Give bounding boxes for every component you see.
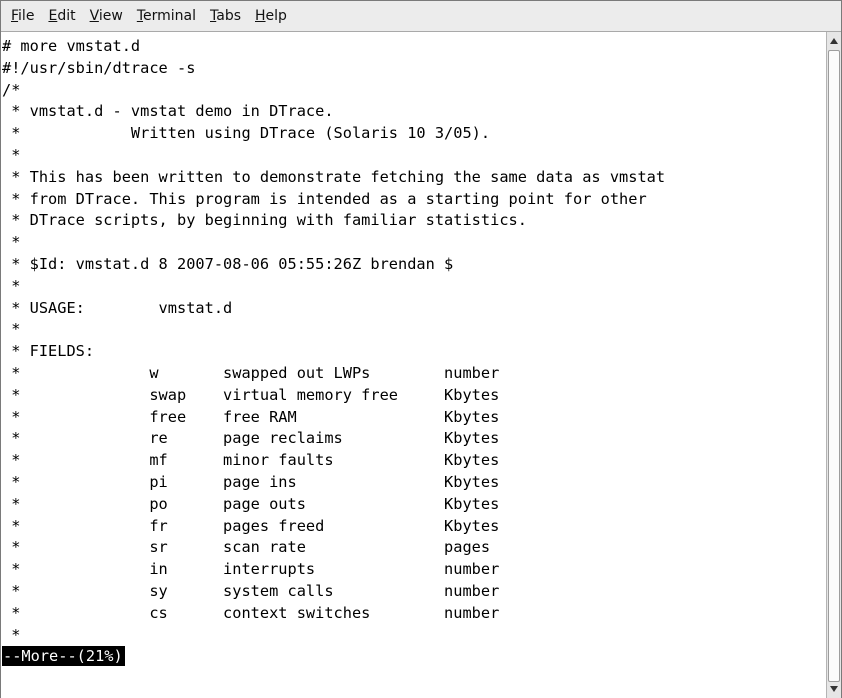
more-prompt: --More--(21%): [2, 646, 125, 667]
menu-terminal[interactable]: Terminal: [131, 4, 204, 28]
terminal-line: *: [2, 276, 21, 295]
terminal-line: # more vmstat.d: [2, 37, 141, 55]
terminal-line: #!/usr/sbin/dtrace -s: [2, 58, 196, 77]
terminal-line: * Written using DTrace (Solaris 10 3/05)…: [2, 124, 491, 143]
terminal-line: * vmstat.d - vmstat demo in DTrace.: [2, 102, 334, 121]
terminal-line: * from DTrace. This program is intended …: [2, 189, 647, 208]
terminal-line: * free free RAM Kbytes: [2, 407, 500, 426]
menu-view-mnemonic: V: [89, 8, 99, 24]
terminal-line: * sy system calls number: [2, 581, 500, 600]
terminal-line: * USAGE: vmstat.d: [2, 298, 233, 317]
menu-file-mnemonic: F: [11, 8, 19, 24]
terminal-line: * mf minor faults Kbytes: [2, 451, 500, 470]
terminal-output[interactable]: # more vmstat.d #!/usr/sbin/dtrace -s /*…: [1, 32, 827, 698]
menu-view-label: iew: [98, 8, 123, 24]
terminal-line: * This has been written to demonstrate f…: [2, 167, 666, 186]
terminal-line: * $Id: vmstat.d 8 2007-08-06 05:55:26Z b…: [2, 254, 454, 273]
terminal-line: * cs context switches number: [2, 603, 500, 622]
scroll-thumb[interactable]: [828, 50, 840, 682]
menu-edit-mnemonic: E: [48, 8, 58, 24]
terminal-line: *: [2, 625, 21, 644]
terminal-line: * po page outs Kbytes: [2, 494, 500, 513]
menu-bar: File Edit View Terminal Tabs Help: [1, 1, 841, 32]
terminal-line: * swap virtual memory free Kbytes: [2, 385, 500, 404]
menu-help[interactable]: Help: [249, 4, 295, 28]
terminal-line: * FIELDS:: [2, 342, 95, 361]
menu-view[interactable]: View: [84, 4, 131, 28]
menu-terminal-label: erminal: [143, 8, 196, 24]
menu-file[interactable]: File: [5, 4, 42, 28]
menu-edit-label: dit: [57, 8, 76, 24]
menu-help-label: elp: [265, 8, 287, 24]
scroll-down-arrow-icon[interactable]: [829, 683, 839, 695]
terminal-line: * fr pages freed Kbytes: [2, 516, 500, 535]
terminal-line: * pi page ins Kbytes: [2, 472, 500, 491]
terminal-line: * DTrace scripts, by beginning with fami…: [2, 211, 527, 230]
more-prompt-line: --More--(21%): [2, 646, 827, 668]
terminal-line: *: [2, 233, 21, 252]
terminal-line: * sr scan rate pages: [2, 538, 491, 557]
menu-edit[interactable]: Edit: [42, 4, 83, 28]
terminal-line: * w swapped out LWPs number: [2, 363, 500, 382]
menu-help-mnemonic: H: [255, 8, 266, 24]
terminal-line: /*: [2, 80, 21, 99]
menu-tabs[interactable]: Tabs: [204, 4, 249, 28]
terminal-line: * re page reclaims Kbytes: [2, 429, 500, 448]
menu-tabs-label: abs: [216, 8, 241, 24]
terminal-line: *: [2, 320, 21, 339]
vertical-scrollbar[interactable]: [826, 32, 841, 698]
menu-file-label: ile: [18, 8, 35, 24]
terminal-line: * in interrupts number: [2, 560, 500, 579]
terminal-line: *: [2, 145, 21, 164]
scroll-up-arrow-icon[interactable]: [829, 35, 839, 47]
terminal-window: File Edit View Terminal Tabs Help # more…: [0, 0, 842, 698]
